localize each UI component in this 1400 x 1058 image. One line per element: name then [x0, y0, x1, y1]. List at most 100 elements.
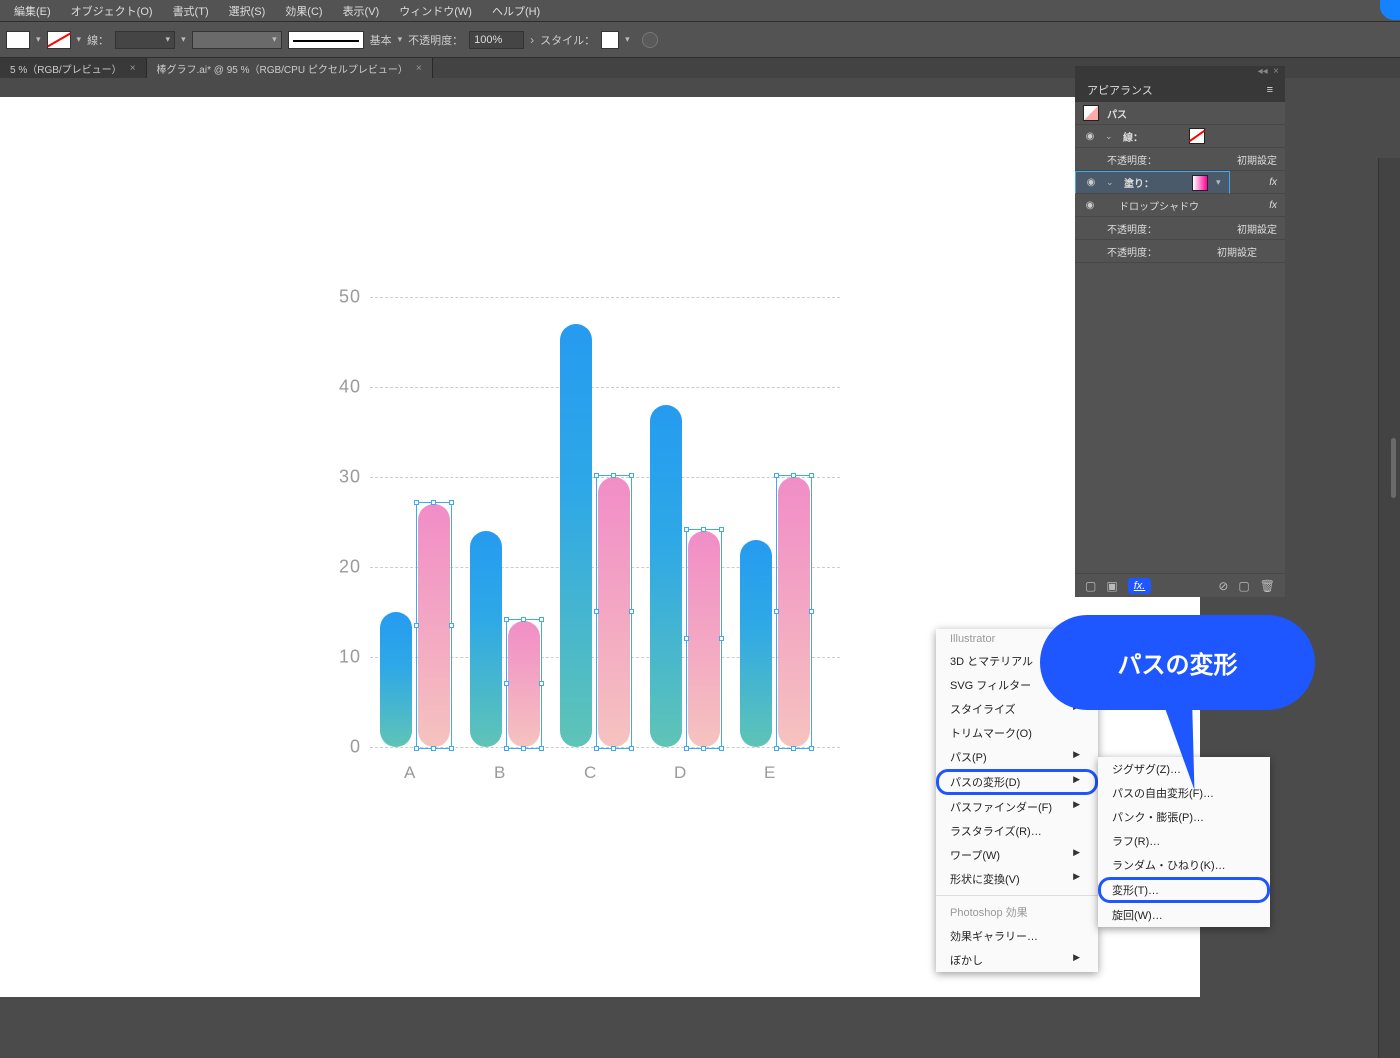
control-bar: ▾ ▾ 線： ▾ 基本 ▾ 不透明度： 100% › スタイル： ▾ [0, 22, 1400, 58]
menu-edit[interactable]: 編集(E) [6, 1, 59, 21]
fxmenu-blur[interactable]: ぼかし▶ [936, 948, 1098, 972]
dropdown-icon[interactable]: ▾ [181, 34, 186, 45]
x-label: B [494, 763, 505, 783]
selection-box [596, 475, 632, 749]
menu-help[interactable]: ヘルプ(H) [484, 1, 548, 21]
stroke-weight-input[interactable] [115, 31, 175, 49]
trash-icon[interactable]: 🗑 [1260, 579, 1275, 593]
fxmenu-path[interactable]: パス(P)▶ [936, 745, 1098, 769]
selection-box [776, 475, 812, 749]
tab-label: 5 %（RGB/プレビュー） [10, 61, 122, 76]
bar-chart: 01020304050 ABCDE [310, 297, 840, 777]
y-tick: 50 [339, 287, 361, 308]
panel-grip[interactable]: ◂◂ × [1075, 66, 1285, 78]
selection-box [686, 529, 722, 749]
visibility-icon[interactable]: ◉ [1083, 200, 1097, 211]
fxsub-twirl[interactable]: 旋回(W)… [1098, 903, 1270, 927]
visibility-icon[interactable]: ◉ [1083, 131, 1097, 142]
bar-series1[interactable] [650, 405, 682, 747]
document-tab-active[interactable]: 棒グラフ.ai* @ 95 %（RGB/CPU ピクセルプレビュー） × [147, 58, 433, 78]
prev-icon[interactable]: ▢ [1085, 579, 1096, 593]
dropdown-icon[interactable]: ▾ [625, 34, 630, 45]
menu-bar: 編集(E) オブジェクト(O) 書式(T) 選択(S) 効果(C) 表示(V) … [0, 0, 1400, 22]
appearance-panel-tab[interactable]: アピアランス ≡ [1075, 78, 1285, 102]
y-tick: 40 [339, 377, 361, 398]
clear-icon[interactable]: ⊘ [1218, 579, 1228, 593]
fxsub-transform[interactable]: 変形(T)… [1098, 877, 1270, 903]
stroke-label: 線： [87, 32, 109, 48]
fxsub-rough[interactable]: ラフ(R)… [1098, 829, 1270, 853]
x-label: C [584, 763, 596, 783]
fxmenu-warp[interactable]: ワープ(W)▶ [936, 843, 1098, 867]
appearance-row-label: 不透明度： [1107, 244, 1157, 259]
fxsub-punk[interactable]: パンク・膨張(P)… [1098, 805, 1270, 829]
appearance-fill-row[interactable]: ◉ ⌄ 塗り： ▾ [1075, 171, 1230, 194]
appearance-opacity-row-2[interactable]: 不透明度： 初期設定 [1075, 217, 1285, 240]
fxmenu-gallery[interactable]: 効果ギャラリー… [936, 924, 1098, 948]
appearance-row-label: パス [1107, 106, 1127, 121]
appearance-dropshadow-row[interactable]: ◉ ドロップシャドウ fx [1075, 194, 1285, 217]
right-panel-dock[interactable] [1378, 158, 1400, 1058]
menu-select[interactable]: 選択(S) [221, 1, 274, 21]
fill-swatch[interactable] [1192, 175, 1208, 191]
dropdown-icon[interactable]: ▾ [77, 34, 82, 45]
appearance-stroke-row[interactable]: ◉ ⌄ 線： [1075, 125, 1285, 148]
chevron-down-icon[interactable]: ⌄ [1105, 131, 1115, 142]
fxmenu-rasterize[interactable]: ラスタライズ(R)… [936, 819, 1098, 843]
appearance-opacity-row[interactable]: 不透明度： 初期設定 [1075, 148, 1285, 171]
fxmenu-trim[interactable]: トリムマーク(O) [936, 721, 1098, 745]
document-tab[interactable]: 5 %（RGB/プレビュー） × [0, 58, 147, 78]
opacity-input[interactable]: 100% [469, 31, 524, 49]
thumb-icon[interactable]: ▣ [1106, 579, 1117, 593]
dropdown-icon[interactable]: ▾ [398, 34, 403, 45]
add-effect-button[interactable]: fx. [1128, 578, 1152, 594]
graphic-style-swatch[interactable] [601, 31, 619, 49]
y-tick: 20 [339, 557, 361, 578]
menu-object[interactable]: オブジェクト(O) [63, 1, 161, 21]
opacity-label: 不透明度： [408, 32, 463, 48]
close-icon[interactable]: × [416, 63, 422, 74]
caret-right-icon[interactable]: › [530, 33, 534, 47]
fx-icon[interactable]: fx [1269, 200, 1277, 211]
stroke-swatch[interactable] [47, 31, 71, 49]
style-label: スタイル： [540, 32, 595, 48]
fxmenu-distort-transform[interactable]: パスの変形(D)▶ [936, 769, 1098, 795]
close-icon[interactable]: × [130, 63, 136, 74]
bar-series1[interactable] [560, 324, 592, 747]
fill-swatch[interactable] [6, 31, 30, 49]
fx-icon[interactable]: fx [1269, 177, 1277, 188]
brush-stroke-preview[interactable] [288, 31, 364, 49]
panel-menu-icon[interactable]: ≡ [1267, 84, 1273, 96]
fxsub-random[interactable]: ランダム・ひねり(K)… [1098, 853, 1270, 877]
menu-effect[interactable]: 効果(C) [277, 1, 330, 21]
y-tick: 30 [339, 467, 361, 488]
stroke-profile[interactable] [192, 31, 282, 49]
effect-submenu-distort: ジグザグ(Z)… パスの自由変形(F)… パンク・膨張(P)… ラフ(R)… ラ… [1098, 757, 1270, 927]
appearance-row-value: 初期設定 [1237, 152, 1277, 167]
dropdown-icon[interactable]: ▾ [1216, 177, 1221, 188]
new-icon[interactable]: ▢ [1238, 579, 1249, 593]
appearance-row-value: 初期設定 [1217, 244, 1257, 259]
recolor-icon[interactable] [642, 32, 658, 48]
menu-type[interactable]: 書式(T) [165, 1, 217, 21]
appearance-row-label: 不透明度： [1107, 152, 1157, 167]
chevron-down-icon[interactable]: ⌄ [1106, 177, 1116, 188]
selection-box [416, 502, 452, 749]
fxmenu-shape[interactable]: 形状に変換(V)▶ [936, 867, 1098, 891]
appearance-path-row[interactable]: パス [1075, 102, 1285, 125]
fxsub-freedistort[interactable]: パスの自由変形(F)… [1098, 781, 1270, 805]
menu-view[interactable]: 表示(V) [335, 1, 388, 21]
bar-series1[interactable] [470, 531, 502, 747]
menu-window[interactable]: ウィンドウ(W) [391, 1, 480, 21]
bar-series1[interactable] [380, 612, 412, 747]
y-tick: 0 [350, 737, 361, 758]
appearance-opacity-row-3[interactable]: 不透明度： 初期設定 [1075, 240, 1285, 263]
x-label: D [674, 763, 686, 783]
y-tick: 10 [339, 647, 361, 668]
fxmenu-pathfinder[interactable]: パスファインダー(F)▶ [936, 795, 1098, 819]
visibility-icon[interactable]: ◉ [1084, 177, 1098, 188]
stroke-none-swatch[interactable] [1189, 128, 1205, 144]
dropdown-icon[interactable]: ▾ [36, 34, 41, 45]
opacity-value: 100% [474, 34, 502, 46]
bar-series1[interactable] [740, 540, 772, 747]
